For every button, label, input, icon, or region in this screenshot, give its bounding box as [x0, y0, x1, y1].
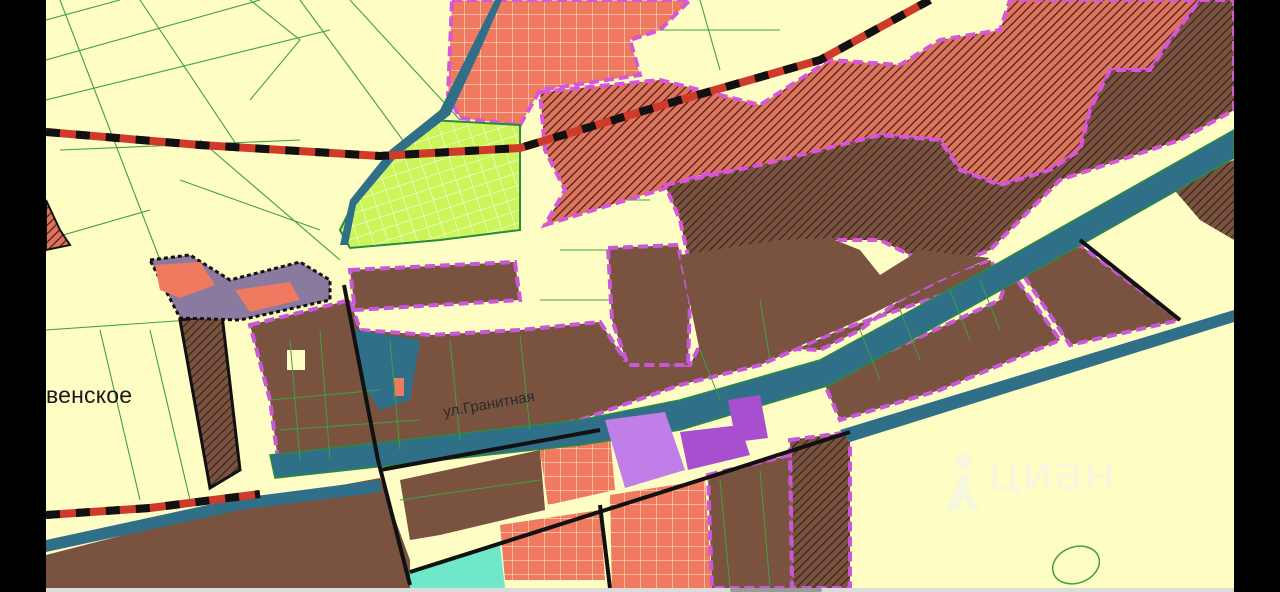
- watermark-text: циан: [988, 446, 1117, 502]
- small-plot: [394, 378, 404, 396]
- cian-logo-icon: [946, 454, 980, 510]
- industrial-parcel-center: [605, 242, 693, 367]
- place-name-label: венское: [46, 382, 133, 408]
- white-plot: [287, 350, 305, 370]
- zoning-map[interactable]: венское ул.Гранитная циан: [46, 0, 1234, 588]
- hatched-zone-south: [787, 429, 852, 588]
- horizontal-scrollbar[interactable]: [46, 588, 1234, 592]
- watermark: циан: [936, 446, 1116, 512]
- map-viewer: венское ул.Гранитная циан: [0, 0, 1280, 592]
- residential-zone-south-east: [610, 480, 712, 588]
- scrollbar-thumb[interactable]: [730, 588, 822, 592]
- industrial-parcel-strip: [347, 259, 523, 313]
